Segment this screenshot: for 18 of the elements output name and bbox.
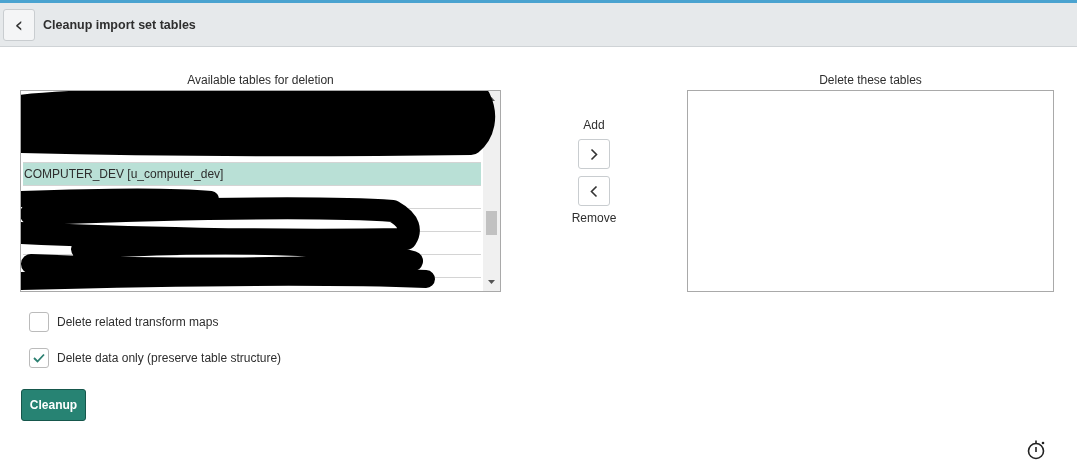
add-button[interactable] [578,139,610,169]
checkmark-icon [33,353,45,363]
page-title: Cleanup import set tables [43,17,196,32]
checkbox[interactable] [29,348,49,368]
checkbox-label: Delete related transform maps [57,315,219,329]
add-label: Add [583,117,605,133]
checkbox-label: Delete data only (preserve table structure) [57,351,282,365]
cleanup-button[interactable]: Cleanup [21,389,86,421]
chevron-left-icon [590,184,598,198]
stopwatch-icon[interactable] [1027,438,1047,460]
list-caption: Available tables for deletion [187,73,334,89]
checkbox[interactable] [29,312,49,332]
table-list-item[interactable]: COMPUTER_DEV [u_computer_dev] [23,163,481,186]
chevron-right-icon [590,147,598,161]
remove-label: Remove [571,210,617,226]
list-caption: Delete these tables [819,73,922,89]
remove-button[interactable] [578,176,610,206]
back-button[interactable]: ‹ [3,8,35,41]
